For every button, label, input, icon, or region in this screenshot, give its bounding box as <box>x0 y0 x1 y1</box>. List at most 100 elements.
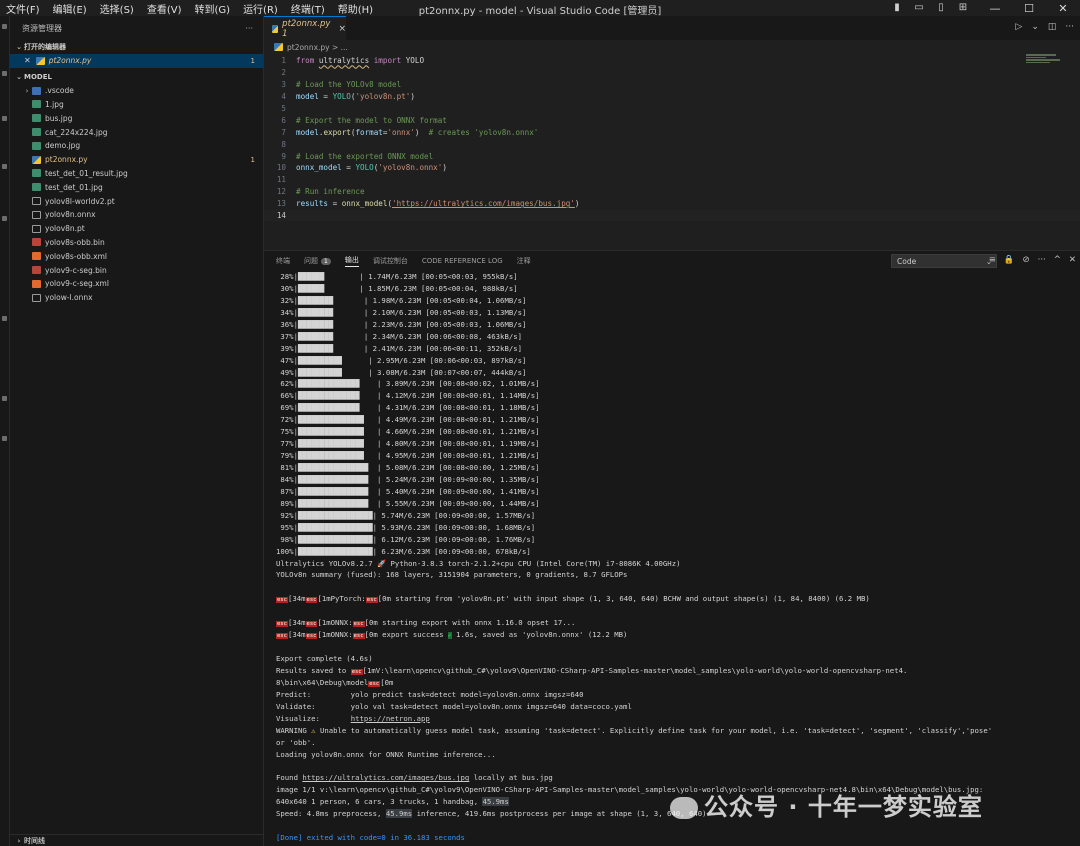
file-item[interactable]: yolow-l.onnx <box>10 291 263 305</box>
output-view[interactable]: 28%|██████ | 1.74M/6.23M [00:05<00:03, 9… <box>276 271 1076 845</box>
file-name: pt2onnx.py <box>45 155 88 165</box>
code-token: = <box>318 92 333 102</box>
file-item[interactable]: yolov9-c-seg.bin <box>10 263 263 277</box>
breadcrumb[interactable]: pt2onnx.py > ... <box>264 40 1080 54</box>
file-name: .vscode <box>45 86 74 96</box>
more-actions-icon[interactable]: ··· <box>1065 22 1074 32</box>
output-line: 49%|██████████ | 3.08M/6.23M [00:07<00:0… <box>276 367 1076 379</box>
menu-item[interactable]: 文件(F) <box>6 1 40 16</box>
run-debug-icon[interactable] <box>2 164 7 169</box>
title-bar: 文件(F) 编辑(E) 选择(S) 查看(V) 转到(G) 运行(R) 终端(T) 帮助(H)… <box>0 0 1080 17</box>
output-link[interactable]: https://ultralytics.com/images/bus.jpg <box>302 773 469 782</box>
file-item[interactable]: bus.jpg <box>10 111 263 125</box>
menu-item[interactable]: 帮助(H) <box>338 1 373 16</box>
file-item[interactable]: yolov8l-worldv2.pt <box>10 194 263 208</box>
panel-tab[interactable]: 输出 <box>344 255 359 267</box>
menu-item[interactable]: 终端(T) <box>291 1 325 16</box>
output-token: WARNING <box>276 725 312 735</box>
output-token: 62%|██████████████ | 3.89M/6.23M [00:08<… <box>276 379 540 389</box>
output-token: 34%|████████ | 2.10M/6.23M [00:05<00:03,… <box>276 307 527 317</box>
extension-view-icon[interactable] <box>2 436 7 441</box>
file-item[interactable]: test_det_01.jpg <box>10 180 263 194</box>
file-item[interactable]: 1.jpg <box>10 98 263 112</box>
output-token: esc <box>368 680 381 687</box>
toggle-sidebar-icon[interactable]: ▮ <box>890 2 904 14</box>
open-editors-section[interactable]: ⌄ 打开的编辑器 <box>10 40 263 54</box>
more-actions-icon[interactable]: ··· <box>1038 255 1046 265</box>
output-token: esc <box>352 621 365 628</box>
minimize-button[interactable]: — <box>978 2 1012 15</box>
toggle-panel-icon[interactable]: ▭ <box>912 2 926 14</box>
output-line: esc[34mesc[1mPyTorch:esc[0m starting fro… <box>276 593 1076 605</box>
testing-icon[interactable] <box>2 396 7 401</box>
file-name: yolov8n.pt <box>45 224 85 234</box>
output-line: 75%|███████████████ | 4.66M/6.23M [00:08… <box>276 426 1076 438</box>
file-item[interactable]: yolov9-c-seg.xml <box>10 277 263 291</box>
file-name: yolov8l-worldv2.pt <box>45 196 115 206</box>
explorer-icon[interactable] <box>2 24 7 29</box>
remote-explorer-icon[interactable] <box>2 316 7 321</box>
customize-layout-icon[interactable]: ⊞ <box>956 2 970 14</box>
menu-item[interactable]: 选择(S) <box>100 1 134 16</box>
output-token: Visualize: <box>276 713 351 723</box>
file-item[interactable]: › .vscode <box>10 84 263 98</box>
panel-tab[interactable]: 调试控制台 <box>373 256 408 266</box>
panel-tab[interactable]: CODE REFERENCE LOG <box>422 257 503 265</box>
close-editor-icon[interactable]: ✕ <box>24 56 31 65</box>
file-item[interactable]: yolov8n.pt <box>10 222 263 236</box>
file-item[interactable]: cat_224x224.jpg <box>10 125 263 139</box>
file-item[interactable]: test_det_01_result.jpg <box>10 167 263 181</box>
editor-tabs: pt2onnx.py 1 × ▷ ⌄ ◫ ··· <box>264 16 1080 40</box>
open-editor-item[interactable]: ✕ pt2onnx.py 1 <box>10 54 263 68</box>
folder-section[interactable]: ⌄ MODEL <box>10 70 263 84</box>
output-token: 79%|███████████████ | 4.95M/6.23M [00:08… <box>276 451 540 461</box>
output-channel-select[interactable]: Code ⌄ <box>891 254 997 268</box>
code-editor[interactable]: 1 from ultralytics import YOLO 2 3 # Load th… <box>264 54 1080 222</box>
split-editor-icon[interactable]: ◫ <box>1048 22 1057 32</box>
tab-pt2onnx[interactable]: pt2onnx.py 1 × <box>264 16 346 40</box>
panel-tab[interactable]: 问题 1 <box>304 256 331 266</box>
file-item[interactable]: yolov8n.onnx <box>10 208 263 222</box>
output-line: 34%|████████ | 2.10M/6.23M [00:05<00:03,… <box>276 307 1076 319</box>
close-tab-icon[interactable]: × <box>338 24 346 34</box>
panel-tab-label: 注释 <box>516 257 531 265</box>
list-filter-icon[interactable]: ≡ <box>989 255 996 265</box>
file-item[interactable]: pt2onnx.py 1 <box>10 153 263 167</box>
menu-item[interactable]: 编辑(E) <box>53 1 87 16</box>
menu-item[interactable]: 运行(R) <box>243 1 278 16</box>
clear-output-icon[interactable]: ⊘ <box>1023 255 1030 265</box>
panel-tab[interactable]: 终端 <box>276 256 290 266</box>
close-panel-icon[interactable]: ✕ <box>1069 255 1076 265</box>
timeline-section[interactable]: › 时间线 <box>10 834 264 846</box>
search-icon[interactable] <box>2 71 7 76</box>
file-item[interactable]: yolov8s-obb.bin <box>10 236 263 250</box>
output-token: 🚀 <box>377 558 387 568</box>
run-icon[interactable]: ▷ <box>1015 22 1022 32</box>
output-line: Validate: yolo val task=detect model=yol… <box>276 701 1076 713</box>
output-link[interactable]: https://netron.app <box>351 714 430 723</box>
menu-item[interactable]: 查看(V) <box>147 1 182 16</box>
minimap[interactable] <box>1026 54 1062 68</box>
lock-icon[interactable]: 🔒 <box>1004 255 1015 265</box>
source-control-icon[interactable] <box>2 116 7 121</box>
toggle-secondary-sidebar-icon[interactable]: ▯ <box>934 2 948 14</box>
output-line: Found https://ultralytics.com/images/bus… <box>276 772 1076 784</box>
xml-file-icon <box>32 252 41 261</box>
file-item[interactable]: demo.jpg <box>10 139 263 153</box>
output-line: 32%|████████ | 1.98M/6.23M [00:05<00:04,… <box>276 295 1076 307</box>
output-token: Validate: yolo val task=detect model=yol… <box>276 701 632 711</box>
line-number: 14 <box>276 211 286 221</box>
menu-item[interactable]: 转到(G) <box>195 1 231 16</box>
explorer-more-icon[interactable]: ··· <box>245 24 253 33</box>
panel-tab[interactable]: 注释 <box>517 256 531 266</box>
extensions-icon[interactable] <box>2 216 7 221</box>
run-dropdown-icon[interactable]: ⌄ <box>1031 22 1039 32</box>
code-token: 'yolov8n.onnx' <box>378 163 443 173</box>
maximize-panel-icon[interactable]: ^ <box>1054 255 1061 265</box>
maximize-button[interactable]: ☐ <box>1012 2 1046 15</box>
image-file-icon <box>32 114 41 123</box>
file-item[interactable]: yolov8s-obb.xml <box>10 249 263 263</box>
close-window-button[interactable]: ✕ <box>1046 2 1080 15</box>
output-token: [34m <box>287 618 306 628</box>
panel-tab-label: 调试控制台 <box>372 257 408 265</box>
